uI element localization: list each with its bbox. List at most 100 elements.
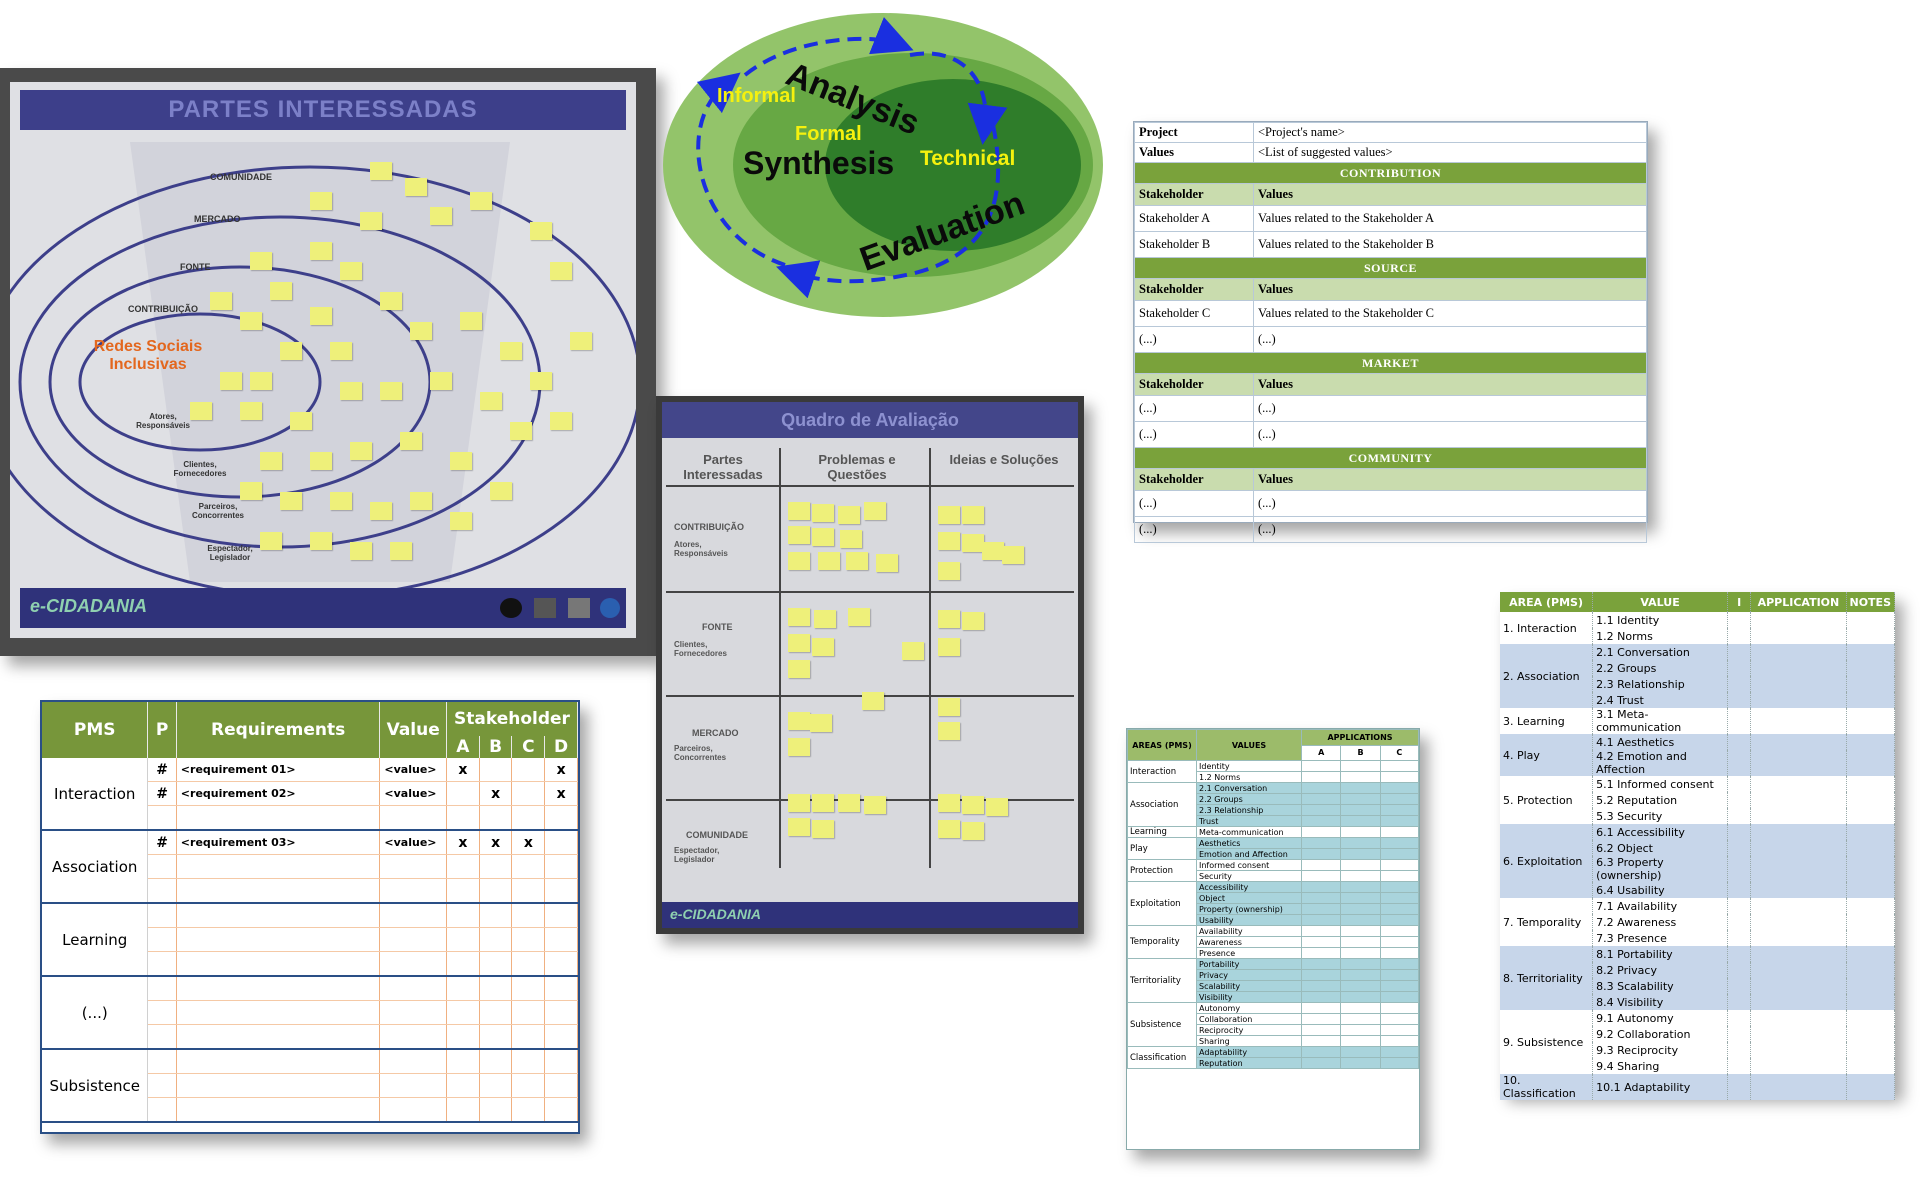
stakeholder-mark-c xyxy=(511,781,546,806)
value-cell: Trust xyxy=(1196,815,1302,827)
value-cell: Informed consent xyxy=(1196,859,1302,871)
sticky-note xyxy=(812,820,834,838)
requirements-grid: PMS P Requirements Value Stakeholder A B… xyxy=(42,702,579,1123)
stakeholder-mark-a xyxy=(446,781,480,806)
ring-label-community: COMUNIDADE xyxy=(210,172,272,182)
application-cell xyxy=(1340,771,1381,783)
stakeholder-mark-b xyxy=(479,1000,513,1025)
whiteboard: PARTES INTERESSADAS COMUNIDADE MERCADO F… xyxy=(10,82,636,638)
importance-cell xyxy=(1727,946,1752,962)
value-cell: <value> xyxy=(379,781,447,806)
sticky-note xyxy=(530,222,552,240)
sticky-note xyxy=(986,798,1008,816)
sticky-note xyxy=(570,332,592,350)
notes-cell xyxy=(1846,994,1895,1010)
stakeholder-cell: (...) xyxy=(1134,395,1254,422)
stakeholder-mark-b xyxy=(479,1049,513,1074)
application-cell xyxy=(1340,991,1381,1003)
sticky-note xyxy=(460,312,482,330)
application-cell xyxy=(1379,991,1420,1003)
value-cell xyxy=(379,1000,447,1025)
application-cell xyxy=(1379,881,1420,893)
sticky-note xyxy=(310,242,332,260)
application-cell xyxy=(1379,859,1420,871)
importance-cell xyxy=(1727,628,1752,644)
area-cell: Learning xyxy=(1127,826,1197,838)
application-cell xyxy=(1300,936,1342,948)
value-cell: Privacy xyxy=(1196,969,1302,981)
stakeholder-cell: Stakeholder B xyxy=(1134,231,1254,258)
side-label-partners: Parceiros, Concorrentes xyxy=(191,502,244,520)
importance-cell xyxy=(1727,692,1752,708)
value-cell xyxy=(379,878,447,904)
stakeholder-mark-d xyxy=(544,805,578,831)
section-header: MARKET xyxy=(1134,352,1647,374)
value-cell: Accessibility xyxy=(1196,881,1302,893)
value-cell: (...) xyxy=(1253,395,1647,422)
application-cell xyxy=(1750,734,1847,750)
value-cell: 10.1 Adaptability xyxy=(1592,1074,1728,1100)
stakeholder-mark-d xyxy=(544,1073,578,1098)
sticky-note xyxy=(405,178,427,196)
header-a: A xyxy=(1300,744,1342,761)
application-cell xyxy=(1750,792,1847,808)
area-cell: Interaction xyxy=(1127,760,1197,783)
stakeholder-cell: (...) xyxy=(1134,326,1254,353)
importance-cell xyxy=(1727,612,1752,628)
sticky-note xyxy=(470,192,492,210)
importance-cell xyxy=(1727,734,1752,750)
notes-cell xyxy=(1846,882,1895,898)
requirement-cell xyxy=(176,1024,381,1050)
priority-cell xyxy=(147,1000,177,1025)
semiotic-onion-diagram: Informal Formal Technical Synthesis Anal… xyxy=(655,5,1120,320)
stakeholder-mark-a: x xyxy=(446,830,480,855)
side-label-spectators: Espectador, Legislador xyxy=(207,544,253,562)
application-cell xyxy=(1750,692,1847,708)
sticky-note xyxy=(840,530,862,548)
ring-label-market: MERCADO xyxy=(194,214,241,224)
sticky-note xyxy=(812,528,834,546)
value-cell: Identity xyxy=(1196,760,1302,772)
col-header-problems: Problemas e Questões xyxy=(818,452,896,482)
value-cell: 7.2 Awareness xyxy=(1592,914,1728,930)
application-cell xyxy=(1340,804,1381,816)
label-synthesis: Synthesis xyxy=(743,145,895,181)
sticky-note xyxy=(838,506,860,524)
stakeholder-cell: (...) xyxy=(1134,516,1254,543)
application-cell xyxy=(1750,898,1847,914)
application-cell xyxy=(1300,760,1342,772)
sticky-note xyxy=(962,612,984,630)
stakeholder-mark-a xyxy=(446,976,480,1001)
application-cell xyxy=(1379,826,1420,838)
notes-cell xyxy=(1846,628,1895,644)
section-header: CONTRIBUTION xyxy=(1134,162,1647,184)
stakeholder-mark-b: x xyxy=(479,781,513,806)
sticky-note xyxy=(310,532,332,550)
requirement-cell xyxy=(176,976,381,1001)
sticky-note xyxy=(848,608,870,626)
sticky-note xyxy=(330,342,352,360)
sticky-note xyxy=(240,312,262,330)
stakeholder-mark-a xyxy=(446,1049,480,1074)
sticky-note xyxy=(410,492,432,510)
value-cell: 2.3 Relationship xyxy=(1196,804,1302,816)
value-cell: Aesthetics xyxy=(1196,837,1302,849)
value-cell: Visibility xyxy=(1196,991,1302,1003)
application-cell xyxy=(1340,848,1381,860)
header-stakeholder: Stakeholder xyxy=(446,702,579,736)
sponsor-logo xyxy=(568,598,590,618)
stakeholder-mark-b xyxy=(479,903,513,928)
application-cell xyxy=(1750,708,1847,734)
value-cell: 1.2 Norms xyxy=(1196,771,1302,783)
application-cell xyxy=(1750,660,1847,676)
requirement-cell xyxy=(176,951,381,977)
value-cell: Presence xyxy=(1196,947,1302,959)
area-cell: 10. Classification xyxy=(1500,1074,1594,1100)
pms-cell: Association xyxy=(42,830,149,904)
sticky-note xyxy=(250,252,272,270)
stakeholder-mark-c xyxy=(511,1073,546,1098)
col-header-stakeholder: Stakeholder xyxy=(1134,373,1254,396)
application-cell xyxy=(1340,936,1381,948)
sticky-note xyxy=(380,382,402,400)
value-cell: 6.2 Object xyxy=(1592,840,1728,856)
